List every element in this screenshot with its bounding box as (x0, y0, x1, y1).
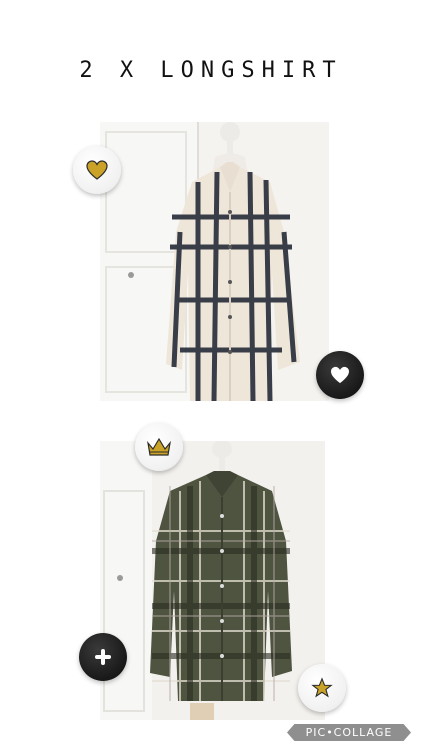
heart-icon (331, 366, 349, 384)
heart-icon (86, 160, 108, 180)
plus-sticker[interactable] (79, 633, 127, 681)
cream-shirt-image (100, 122, 329, 401)
black-heart-sticker[interactable] (316, 351, 364, 399)
olive-shirt-image (100, 441, 325, 720)
pic-collage-watermark: PIC•COLLAGE (287, 724, 411, 741)
photo-olive-plaid-shirt[interactable] (100, 441, 325, 720)
crown-sticker[interactable] (135, 423, 183, 471)
plus-icon (95, 649, 111, 665)
crown-icon (147, 437, 171, 456)
star-icon (311, 677, 333, 698)
collage-title: 2 X LONGSHIRT (79, 58, 343, 83)
star-sticker[interactable] (298, 664, 346, 712)
gold-heart-sticker[interactable] (73, 146, 121, 194)
photo-cream-checked-shirt[interactable] (100, 122, 329, 401)
